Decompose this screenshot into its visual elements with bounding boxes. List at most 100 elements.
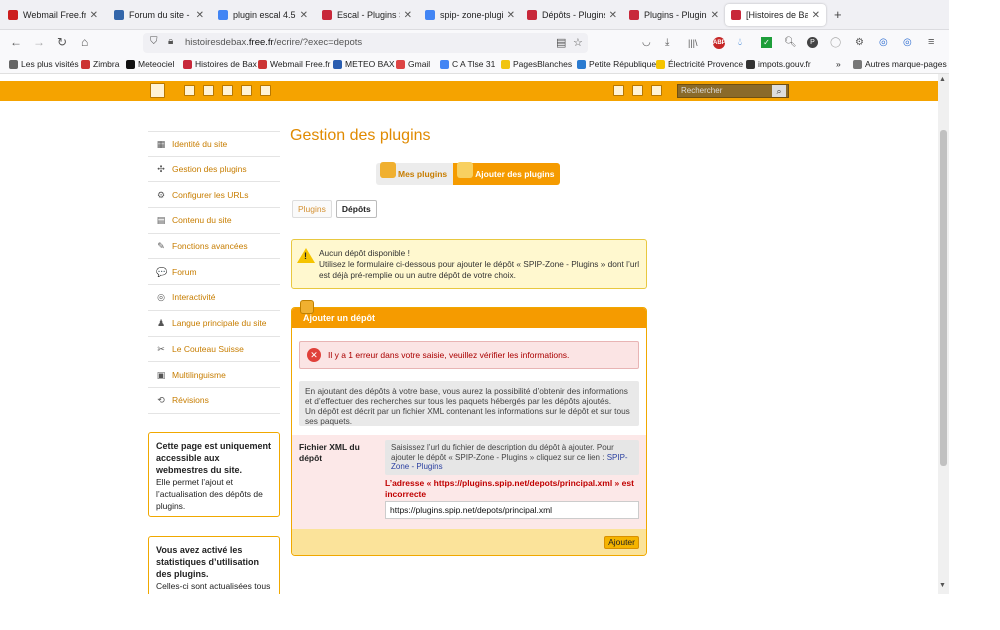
bookmark-4[interactable]: Webmail Free.fr [258,59,330,69]
sidebar-item-6[interactable]: ◎ Interactivité [148,285,280,311]
zoom-icon[interactable]: 🔍︎ [784,37,797,48]
close-icon[interactable]: ✕ [196,10,204,21]
bookmark-0[interactable]: Les plus visités [9,59,79,69]
back-icon[interactable]: ← [10,35,22,49]
shield-icon[interactable]: ⛉ [150,36,158,47]
adblock-icon[interactable]: ABP [713,37,726,49]
reload-icon[interactable]: ↻ [57,35,67,49]
bookmark-label: Histoires de Bax [195,59,257,69]
tab-plugins[interactable]: Plugins [292,200,332,218]
extension-w2-icon[interactable]: ◎ [903,37,912,48]
extension-gear-icon[interactable]: ⚙ [855,37,864,48]
sidebar-item-1[interactable]: ✣ Gestion des plugins [148,157,280,183]
close-icon[interactable]: ✕ [300,10,308,21]
tab-depots[interactable]: Dépôts [335,200,377,218]
tab-4[interactable]: spip- zone-plugins ✕ [419,4,521,26]
bookmark-6[interactable]: Gmail [396,59,430,69]
sidebar-item-3[interactable]: ▤ Contenu du site [148,208,280,234]
config-icon[interactable] [260,85,271,96]
forward-icon[interactable]: → [33,35,45,49]
close-icon[interactable]: ✕ [90,10,98,21]
sidebar-item-2[interactable]: ⚙ Configurer les URLs [148,182,280,209]
bookmark-11[interactable]: impots.gouv.fr [746,59,811,69]
pocket-icon[interactable]: ◡ [642,37,651,48]
ajouter-plugins-button[interactable]: Ajouter des plugins [453,162,561,185]
tab-2[interactable]: plugin escal 4.5.45 ✕ [212,4,314,26]
extension-p-icon[interactable]: P [807,37,818,48]
link-icon[interactable] [241,85,252,96]
menu-icon[interactable]: ≡ [928,36,934,48]
content-icon: ▤ [156,215,166,226]
navigation-bar: ← → ↻ ⌂ ⛉ 🔒︎ histoiresdebax.free.fr/ecri… [0,30,949,56]
pages-icon [501,59,510,69]
tab-6[interactable]: Plugins - Plugins SP ✕ [623,4,725,26]
tab-0[interactable]: Webmail Free.fr ✕ [2,4,104,26]
checkmark-icon[interactable]: ✓ [761,37,772,48]
folder-icon [853,59,862,69]
ajouter-submit-button[interactable]: Ajouter [604,536,639,549]
message-icon[interactable] [632,85,643,96]
lock-icon[interactable]: 🔒︎ [168,36,173,47]
edit-icon[interactable] [184,85,195,96]
explanation-text-2: Un dépôt est décrit par un fichier XML c… [305,406,630,426]
bookmark-label: Gmail [408,59,431,69]
sidebar-item-9[interactable]: ▣ Multilinguisme [148,362,280,388]
bookmark-10[interactable]: Électricité Provence [656,59,743,69]
bookmark-7[interactable]: C A Tlse 31 [440,59,495,69]
bookmark-star-icon[interactable]: ☆ [573,36,583,49]
search-input[interactable]: Rechercher ⌕ [677,84,789,98]
electricite-icon [656,59,665,69]
sidebar-item-0[interactable]: ▦ Identité du site [148,131,280,157]
xml-url-input[interactable] [385,501,639,519]
close-icon[interactable]: ✕ [711,10,719,21]
bookmark-3[interactable]: Histoires de Bax [183,59,257,69]
bookmark-5[interactable]: METEO BAX [333,59,395,69]
mes-plugins-button[interactable]: Mes plugins [376,162,454,185]
extension-w-icon[interactable]: ◎ [879,37,888,48]
close-icon[interactable]: ✕ [507,10,515,21]
bookmark-12[interactable]: » [836,59,841,69]
new-tab-button[interactable]: + [834,7,842,22]
sidebar-item-10[interactable]: ⟲ Révisions [148,388,280,414]
tab-7[interactable]: [Histoires de Bax] G ✕ [725,4,826,26]
bookmark-1[interactable]: Zimbra [81,59,119,69]
home-icon[interactable]: ⌂ [81,35,88,49]
extension-circle-icon[interactable]: ◯ [830,37,841,48]
close-icon[interactable]: ✕ [404,10,412,21]
tab-1[interactable]: Forum du site - Esc ✕ [108,4,210,26]
sitemap-icon[interactable] [150,83,165,98]
reader-icon[interactable]: ▤ [556,36,566,49]
doc-icon[interactable] [203,85,214,96]
tab-5[interactable]: Dépôts - Plugins SP ✕ [521,4,623,26]
people-icon[interactable] [651,85,662,96]
bookmark-2[interactable]: Meteociel [126,59,174,69]
scroll-up-icon[interactable]: ▲ [939,76,946,83]
page-scrollbar[interactable]: ▲ ▼ [938,74,949,594]
search-icon[interactable]: ⌕ [772,85,786,97]
bookmark-8[interactable]: PagesBlanches [501,59,572,69]
close-icon[interactable]: ✕ [609,10,617,21]
spip-icon [527,10,537,20]
sidebar-item-8[interactable]: ✂ Le Couteau Suisse [148,337,280,363]
users-icon[interactable] [222,85,233,96]
warning-box: Aucun dépôt disponible ! Utilisez le for… [291,239,647,289]
calendar-icon[interactable] [613,85,624,96]
scrollbar-thumb[interactable] [940,130,947,466]
bookmark-9[interactable]: Petite République [577,59,656,69]
close-icon[interactable]: ✕ [812,10,820,21]
library-icon[interactable]: |||\ [688,38,698,48]
sidebar-item-4[interactable]: ✎ Fonctions avancées [148,234,280,260]
xml-field-row: Fichier XML du dépôt Saisissez l’url du … [292,435,646,529]
sidebar-item-5[interactable]: 💬 Forum [148,259,280,286]
meteo-icon [333,59,342,69]
scroll-down-icon[interactable]: ▼ [939,582,946,589]
bookmark-13[interactable]: Autres marque-pages [853,59,947,69]
url-text[interactable]: histoiresdebax.free.fr/ecrire/?exec=depo… [185,37,362,48]
gmail-icon [396,59,405,69]
address-bar[interactable]: ⛉ 🔒︎ histoiresdebax.free.fr/ecrire/?exec… [143,33,588,53]
drop-icon[interactable]: 💧︎ [738,37,742,48]
sidebar-item-label: Multilinguisme [172,369,226,380]
tab-3[interactable]: Escal - Plugins SPIP ✕ [316,4,418,26]
download-icon[interactable]: ⤓ [665,37,669,48]
sidebar-item-7[interactable]: ♟ Langue principale du site [148,311,280,337]
